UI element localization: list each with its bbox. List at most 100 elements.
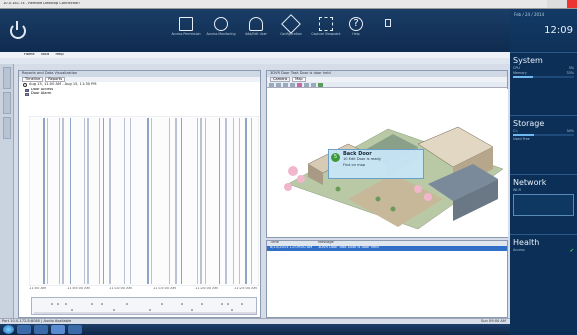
help-button[interactable]: ? Help [340, 15, 372, 51]
left-dock-strip [0, 64, 14, 318]
access-label: Access [513, 248, 525, 252]
start-button[interactable] [3, 325, 14, 334]
zoom-in-icon[interactable] [269, 82, 274, 87]
access-monitoring-button[interactable]: Access Monitoring [205, 15, 237, 51]
timeline-svg [29, 116, 259, 286]
frame-icon [319, 17, 333, 31]
wifi-label: Wi-Fi [513, 188, 522, 192]
timeline-event-stripe [219, 118, 220, 284]
popup-detail: 10 Edit Door is ready [343, 156, 381, 161]
network-section: Network Wi-Fi [510, 174, 577, 234]
axis-label: 11:05:00 AM [67, 287, 90, 290]
person-icon [249, 17, 263, 31]
power-icon[interactable] [10, 21, 26, 39]
window-title: 10.0.181.74 - Remote Desktop Connection [3, 2, 80, 6]
timeline-chart[interactable] [29, 116, 259, 286]
clock-date: Feb / 24 / 2014 [514, 12, 545, 17]
timeline-pane: Reports and Data Visualization Timeline … [18, 70, 261, 318]
network-graph [513, 194, 574, 216]
configuration-button[interactable]: Configuration [275, 14, 307, 51]
timeline-event-stripe [70, 118, 71, 284]
camera-icon[interactable] [304, 82, 309, 87]
axis-label: 11:25:00 AM [234, 287, 257, 290]
cpu-label: CPU [513, 66, 520, 70]
timeline-event-stripe [147, 118, 149, 284]
drive-c-fill [513, 134, 534, 136]
rotate-icon[interactable] [290, 82, 295, 87]
timeline-event-stripe [84, 118, 85, 284]
zoom-out-icon[interactable] [276, 82, 281, 87]
timeline-event-stripe [239, 118, 240, 284]
status-left: Port 10.0.172.8:8080 | Audio Available [2, 318, 72, 323]
find-on-map-link[interactable]: Find on map [343, 163, 419, 168]
document-icon [179, 17, 193, 31]
time-range-text: Aug 15, 11:00 AM - Aug 15, 11:30 PM [29, 82, 97, 87]
add-edit-user-label: Add/Edit User [245, 32, 267, 36]
menu-tools[interactable]: Tools [41, 53, 50, 57]
legend-item: Door Alarm [25, 91, 260, 96]
timeline-event-stripe [205, 118, 206, 284]
capture-viewpoint-label: Capture Viewpoint [311, 32, 341, 36]
status-side-panel: Feb / 24 / 2014 12:09 System CPU 3% Memor… [510, 9, 577, 335]
taskbar-app[interactable] [17, 325, 31, 334]
access-permission-label: Access Permission [171, 32, 201, 36]
timeline-overview-scrubber[interactable] [31, 297, 257, 315]
timeline-event-stripe [151, 118, 152, 284]
help-label: Help [352, 32, 360, 36]
timeline-event-stripe [103, 118, 104, 284]
pin-icon[interactable] [385, 19, 391, 27]
close-button[interactable] [567, 0, 577, 8]
drive-c-value: 34% [566, 129, 574, 133]
map-pane: 3DVR Door Task Door is door held Camera … [266, 70, 508, 238]
alarm-icon[interactable] [318, 82, 323, 87]
menu-help[interactable]: Help [55, 53, 63, 57]
top-toolbar: Access Permission Access Monitoring Add/… [0, 9, 510, 52]
tab-camera[interactable]: Camera [270, 77, 291, 82]
layer-icon[interactable] [297, 82, 302, 87]
timeline-pane-title: Reports and Data Visualization [22, 71, 78, 76]
maximize-button[interactable] [557, 0, 567, 8]
door-event-popup[interactable]: 5 Back Door 10 Edit Door is ready Find o… [328, 149, 424, 179]
timeline-event-stripe [99, 118, 100, 284]
camera-icon [214, 17, 228, 31]
timeline-event-stripe [200, 118, 202, 284]
system-title: System [513, 56, 543, 65]
timeline-event-stripe [43, 118, 45, 284]
map-toolbar [267, 82, 507, 88]
legend-label: Door Alarm [31, 91, 52, 96]
main-area: Home Tools Help Reports and Data Visuali… [0, 52, 510, 318]
campus-3d-map[interactable]: 5 Back Door 10 Edit Door is ready Find o… [268, 89, 508, 237]
timeline-axis: 11:00 AM 11:05:00 AM 11:10:00 AM 11:15:0… [29, 287, 259, 292]
timeline-event-stripe [251, 118, 252, 284]
capture-viewpoint-button[interactable]: Capture Viewpoint [310, 15, 342, 51]
access-permission-button[interactable]: Access Permission [170, 15, 202, 51]
cpu-value: 3% [568, 66, 574, 70]
taskbar-app[interactable] [51, 325, 65, 334]
timeline-event-stripe [59, 118, 60, 284]
network-title: Network [513, 178, 547, 187]
pan-icon[interactable] [283, 82, 288, 87]
event-count-badge: 5 [331, 153, 340, 162]
axis-label: 11:10:00 AM [109, 287, 132, 290]
tab-map[interactable]: Map [292, 77, 306, 82]
help-icon: ? [349, 17, 363, 31]
storage-title: Storage [513, 119, 545, 128]
minimize-button[interactable] [547, 0, 557, 8]
axis-label: 11:00 AM [29, 287, 47, 290]
dock-tab[interactable] [2, 117, 11, 139]
storage-section: Storage C:\ 34% Used Free [510, 115, 577, 174]
door-icon[interactable] [311, 82, 316, 87]
event-time: 8/15/2013 11:09:00 AM [270, 246, 313, 249]
window-titlebar: 10.0.181.74 - Remote Desktop Connection [0, 0, 577, 9]
dock-tab[interactable] [2, 67, 11, 89]
table-row[interactable]: 8/15/2013 11:09:00 AM 3DVR Door Task Doo… [267, 246, 507, 251]
taskbar-app[interactable] [34, 325, 48, 334]
add-edit-user-button[interactable]: Add/Edit User [240, 15, 272, 51]
menu-home[interactable]: Home [24, 53, 35, 57]
breadcrumb-row: Reports and Data Visualization [0, 58, 510, 74]
dock-tab[interactable] [2, 92, 11, 114]
clock-icon [23, 83, 27, 87]
timeline-event-stripe [181, 118, 182, 284]
access-monitoring-label: Access Monitoring [206, 32, 236, 36]
taskbar-app[interactable] [68, 325, 82, 334]
